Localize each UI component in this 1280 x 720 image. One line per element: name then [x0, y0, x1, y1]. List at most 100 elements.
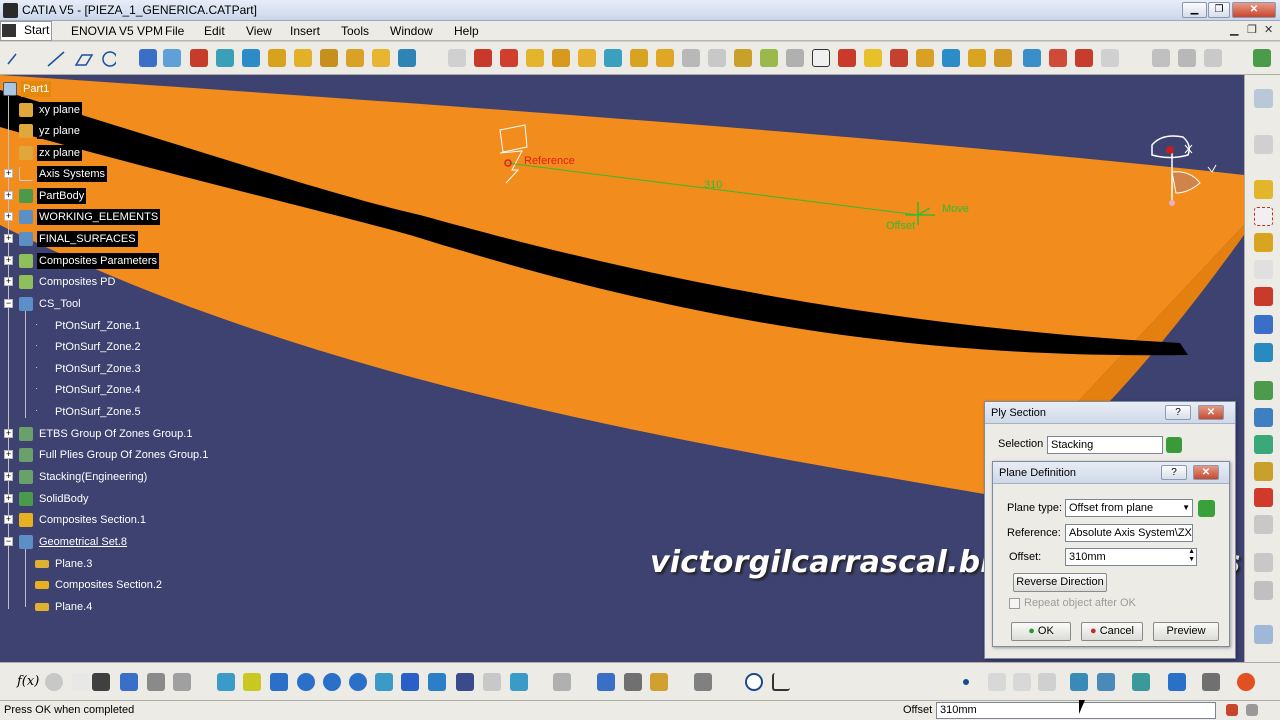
view-back-icon[interactable]	[1097, 673, 1115, 691]
options-icon[interactable]	[1152, 49, 1170, 67]
split-icon[interactable]	[1254, 408, 1273, 427]
view-front-icon[interactable]	[1070, 673, 1088, 691]
axis-system-icon[interactable]	[120, 673, 138, 691]
comment-icon[interactable]	[45, 673, 63, 691]
flatten-icon[interactable]	[604, 49, 622, 67]
offset-field[interactable]: 310mm ▲ ▼	[1065, 548, 1197, 566]
boundary-tool-icon[interactable]	[1254, 207, 1273, 226]
status-expand-icon[interactable]	[1246, 704, 1258, 716]
core-sampling-icon[interactable]	[526, 49, 544, 67]
status-offset-field[interactable]: 310mm	[936, 702, 1216, 719]
menu-view[interactable]: View	[246, 24, 272, 38]
producibility-icon[interactable]	[630, 49, 648, 67]
darts-icon[interactable]	[942, 49, 960, 67]
reference-field[interactable]: Absolute Axis System\ZX	[1065, 524, 1193, 542]
drop-off-icon[interactable]	[734, 49, 752, 67]
restore-button[interactable]: ❐	[1208, 2, 1230, 18]
extract-icon[interactable]	[1254, 435, 1273, 454]
law-icon[interactable]	[1254, 625, 1273, 644]
plies-icon[interactable]	[320, 49, 338, 67]
fit-all-icon[interactable]	[243, 673, 261, 691]
table-icon[interactable]	[786, 49, 804, 67]
stacking-icon[interactable]	[268, 49, 286, 67]
expand-toggle[interactable]: +	[4, 515, 13, 524]
collapse-toggle[interactable]: −	[4, 537, 13, 546]
menu-tools[interactable]: Tools	[341, 24, 369, 38]
ok-button[interactable]: ● OK	[1011, 622, 1071, 641]
plane-definition-help-button[interactable]: ?	[1161, 465, 1187, 480]
seed-point-icon[interactable]	[890, 49, 908, 67]
selection-picker-icon[interactable]	[1166, 437, 1182, 453]
curve-icon[interactable]	[1254, 89, 1273, 108]
sphere-icon[interactable]	[1254, 343, 1273, 362]
plane-definition-close-button[interactable]: ✕	[1193, 465, 1219, 480]
redo-icon[interactable]	[1013, 673, 1031, 691]
expand-toggle[interactable]: +	[4, 169, 13, 178]
offset-tool-icon[interactable]	[1254, 462, 1273, 481]
menu-insert[interactable]: Insert	[290, 24, 320, 38]
extrude-icon[interactable]	[1254, 553, 1273, 572]
expand-toggle[interactable]: +	[4, 450, 13, 459]
material-icon[interactable]	[474, 49, 492, 67]
plane-tool-icon[interactable]	[1254, 260, 1273, 279]
zone-group-icon[interactable]	[216, 49, 234, 67]
list-icon[interactable]	[173, 673, 191, 691]
join-icon[interactable]	[1254, 381, 1273, 400]
iso-view-icon[interactable]	[428, 673, 446, 691]
preview-button[interactable]: Preview	[1153, 622, 1219, 641]
sweep-icon[interactable]	[1254, 581, 1273, 600]
formula-icon[interactable]: f(x)	[17, 674, 39, 689]
fill-icon[interactable]	[1254, 233, 1273, 252]
properties-icon[interactable]	[1168, 673, 1186, 691]
zoom-out-icon[interactable]	[349, 673, 367, 691]
expand-toggle[interactable]: +	[4, 234, 13, 243]
menu-window[interactable]: Window	[390, 24, 433, 38]
transition-icon[interactable]	[242, 49, 260, 67]
surface-icon[interactable]	[1254, 180, 1273, 199]
multi-view-icon[interactable]	[401, 673, 419, 691]
close-button[interactable]: ✕	[1232, 2, 1276, 18]
zoom-in-icon[interactable]	[323, 673, 341, 691]
flatten-body-icon[interactable]	[994, 49, 1012, 67]
pan-icon[interactable]	[270, 673, 288, 691]
menu-file[interactable]: File	[165, 24, 184, 38]
hide-show-icon[interactable]	[483, 673, 501, 691]
start-menu[interactable]: Start	[0, 21, 52, 41]
expand-toggle[interactable]: +	[4, 277, 13, 286]
ply-table-icon[interactable]	[294, 49, 312, 67]
fly-icon[interactable]	[217, 673, 235, 691]
zone-icon[interactable]	[190, 49, 208, 67]
report-icon[interactable]	[1023, 49, 1041, 67]
copy-icon[interactable]	[448, 49, 466, 67]
doc-restore-icon[interactable]: ❐	[1247, 23, 1257, 36]
expand-toggle[interactable]: +	[4, 494, 13, 503]
doc-close-icon[interactable]: ✕	[1264, 23, 1273, 36]
plane-type-select[interactable]: Offset from plane ▼	[1065, 499, 1193, 517]
expand-toggle[interactable]: +	[4, 429, 13, 438]
cut-piece-icon[interactable]	[838, 49, 856, 67]
ply-section-close-button[interactable]: ✕	[1198, 405, 1224, 420]
repeat-object-checkbox[interactable]	[1009, 598, 1020, 609]
spinner-icon[interactable]: ▲ ▼	[1188, 549, 1195, 564]
analysis-icon[interactable]	[1254, 135, 1273, 154]
refresh-icon[interactable]	[1101, 49, 1119, 67]
transform-icon[interactable]	[1254, 315, 1273, 334]
section-icon[interactable]	[578, 49, 596, 67]
cancel-button[interactable]: ● Cancel	[1081, 622, 1143, 641]
undo-icon[interactable]	[988, 673, 1006, 691]
update-icon[interactable]	[745, 673, 763, 691]
mass-icon[interactable]	[650, 673, 668, 691]
erase-icon[interactable]	[1038, 673, 1056, 691]
home-icon[interactable]	[1075, 49, 1093, 67]
knowledge-icon[interactable]	[1178, 49, 1196, 67]
explode-icon[interactable]	[346, 49, 364, 67]
solid-icon[interactable]	[398, 49, 416, 67]
menu-edit[interactable]: Edit	[204, 24, 225, 38]
selection-field[interactable]: Stacking	[1047, 436, 1163, 454]
plies-table-icon[interactable]	[1049, 49, 1067, 67]
numerical-analysis-icon[interactable]	[552, 49, 570, 67]
axis-display-icon[interactable]	[772, 673, 790, 691]
export-icon[interactable]	[760, 49, 778, 67]
expand-toggle[interactable]: +	[4, 256, 13, 265]
shading-icon[interactable]	[456, 673, 474, 691]
